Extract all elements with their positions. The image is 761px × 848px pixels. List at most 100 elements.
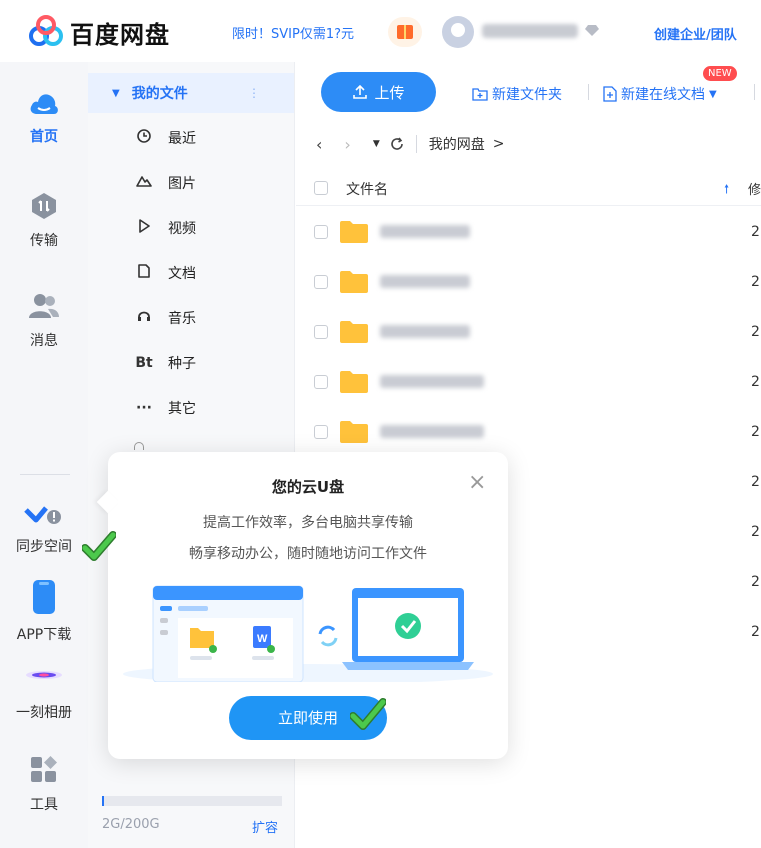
folder-icon xyxy=(340,321,368,343)
refresh-icon[interactable] xyxy=(390,137,404,151)
more-vertical-icon[interactable]: ⋮ xyxy=(248,86,260,100)
sidebar-item-label: 其它 xyxy=(168,401,196,417)
brand-name: 百度网盘 xyxy=(70,20,170,49)
folder-icon xyxy=(340,421,368,443)
nav-album-label: 一刻相册 xyxy=(16,705,72,721)
column-header-modified[interactable]: 修 xyxy=(748,179,761,198)
expand-storage-link[interactable]: 扩容 xyxy=(252,817,278,836)
headphones-icon xyxy=(134,310,154,326)
more-icon: ··· xyxy=(136,400,152,416)
nav-tools[interactable]: 工具 xyxy=(0,756,88,814)
sidebar-item-music[interactable]: 音乐 xyxy=(88,298,294,338)
table-row[interactable]: 2 xyxy=(296,257,761,307)
avatar[interactable] xyxy=(442,16,474,48)
nav-tools-label: 工具 xyxy=(30,797,58,813)
nav-home-label: 首页 xyxy=(30,129,58,145)
file-modified: 2 xyxy=(751,624,760,640)
gift-icon[interactable] xyxy=(388,17,422,47)
storage-usage: 2G/200G xyxy=(102,817,160,832)
forward-arrow-icon[interactable]: › xyxy=(344,135,350,154)
sidebar-item-label: 文档 xyxy=(168,266,196,282)
sidebar-item-my-files[interactable]: ▼ 我的文件 ⋮ xyxy=(88,73,294,113)
nav-transfer-label: 传输 xyxy=(30,233,58,249)
file-list-header: 文件名 🠕 修 xyxy=(296,170,761,206)
table-row[interactable]: 2 xyxy=(296,407,761,457)
nav-transfer[interactable]: 传输 xyxy=(0,192,88,250)
back-arrow-icon[interactable]: ‹ xyxy=(316,135,322,154)
diamond-icon xyxy=(585,25,599,36)
file-name-blurred[interactable] xyxy=(380,275,470,288)
folder-icon xyxy=(340,371,368,393)
file-name-blurred[interactable] xyxy=(380,375,484,388)
breadcrumb-separator: > xyxy=(492,136,505,152)
file-modified: 2 xyxy=(751,474,760,490)
file-name-blurred[interactable] xyxy=(380,225,470,238)
row-checkbox[interactable] xyxy=(314,275,328,289)
row-checkbox[interactable] xyxy=(314,325,328,339)
sidebar-item-label: 音乐 xyxy=(168,311,196,327)
table-row[interactable]: 2 xyxy=(296,207,761,257)
new-online-doc-button[interactable]: 新建在线文档 ▼ xyxy=(603,84,717,104)
popup-title: 您的云U盘 xyxy=(271,478,345,496)
sync-space-icon xyxy=(24,506,61,524)
sidebar-item-label: 种子 xyxy=(168,356,196,372)
toolbar-separator xyxy=(588,84,589,100)
caret-down-icon: ▼ xyxy=(112,87,120,99)
file-modified: 2 xyxy=(751,274,760,290)
folder-icon xyxy=(340,271,368,293)
image-icon xyxy=(134,175,154,191)
file-name-blurred[interactable] xyxy=(380,425,484,438)
sidebar-item-docs[interactable]: 文档 xyxy=(88,253,294,293)
sidebar-item-label: 最近 xyxy=(168,131,196,147)
navigation-row: ‹ › ▼ 我的网盘 > xyxy=(316,132,756,156)
nav-home[interactable]: 首页 xyxy=(0,90,88,146)
nav-app-download-label: APP下载 xyxy=(16,627,72,643)
sort-ascending-icon[interactable]: 🠕 xyxy=(724,180,729,201)
file-name-blurred[interactable] xyxy=(380,325,470,338)
storage-progress-bar xyxy=(102,796,282,806)
table-row[interactable]: 2 xyxy=(296,307,761,357)
nav-sync-space[interactable]: 同步空间 xyxy=(0,502,88,556)
sidebar-item-torrents[interactable]: Bt 种子 xyxy=(88,343,294,383)
tools-icon xyxy=(31,756,57,782)
file-modified: 2 xyxy=(751,324,760,340)
storage-progress-fill xyxy=(102,796,104,806)
sidebar-item-recent[interactable]: 最近 xyxy=(88,118,294,158)
select-all-checkbox[interactable] xyxy=(314,181,328,195)
row-checkbox[interactable] xyxy=(314,375,328,389)
sidebar-item-images[interactable]: 图片 xyxy=(88,163,294,203)
upload-label: 上传 xyxy=(374,83,405,102)
new-doc-icon xyxy=(603,86,617,102)
svg-text:W: W xyxy=(257,633,268,645)
sidebar-item-videos[interactable]: 视频 xyxy=(88,208,294,248)
row-checkbox[interactable] xyxy=(314,225,328,239)
row-checkbox[interactable] xyxy=(314,425,328,439)
table-row[interactable]: 2 xyxy=(296,357,761,407)
close-icon[interactable]: × xyxy=(468,470,486,495)
baidu-netdisk-logo-icon xyxy=(29,15,63,46)
svip-promo-link[interactable]: 限时！SVIP仅需1?元 xyxy=(232,23,354,42)
breadcrumb-root[interactable]: 我的网盘 xyxy=(429,134,485,154)
logo[interactable]: 百度网盘 xyxy=(26,12,170,52)
album-icon xyxy=(26,671,62,679)
nav-messages[interactable]: 消息 xyxy=(0,292,88,350)
popup-description-line-1: 提高工作效率，多台电脑共享传输 xyxy=(203,515,413,531)
new-folder-button[interactable]: 新建文件夹 xyxy=(472,84,562,104)
left-nav: 首页 传输 消息 同步空间 APP下载 一刻相册 工具 xyxy=(0,62,88,848)
file-modified: 2 xyxy=(751,374,760,390)
green-check-icon xyxy=(82,531,116,561)
contacts-icon xyxy=(29,294,59,318)
nav-app-download[interactable]: APP下载 xyxy=(0,580,88,644)
upload-button[interactable]: 上传 xyxy=(321,72,436,112)
sidebar-item-other[interactable]: ··· 其它 xyxy=(88,388,294,428)
nav-sync-space-label: 同步空间 xyxy=(16,539,72,555)
lock-icon xyxy=(134,442,144,450)
column-header-name[interactable]: 文件名 xyxy=(346,179,388,199)
popup-description-line-2: 畅享移动办公，随时随地访问工作文件 xyxy=(189,546,427,562)
nav-album[interactable]: 一刻相册 xyxy=(0,658,88,722)
sidebar-item-label: 我的文件 xyxy=(131,86,188,102)
username-blurred[interactable] xyxy=(482,24,578,38)
file-modified: 2 xyxy=(751,524,760,540)
create-enterprise-link[interactable]: 创建企业/团队 xyxy=(654,24,737,43)
history-dropdown-icon[interactable]: ▼ xyxy=(373,139,380,149)
